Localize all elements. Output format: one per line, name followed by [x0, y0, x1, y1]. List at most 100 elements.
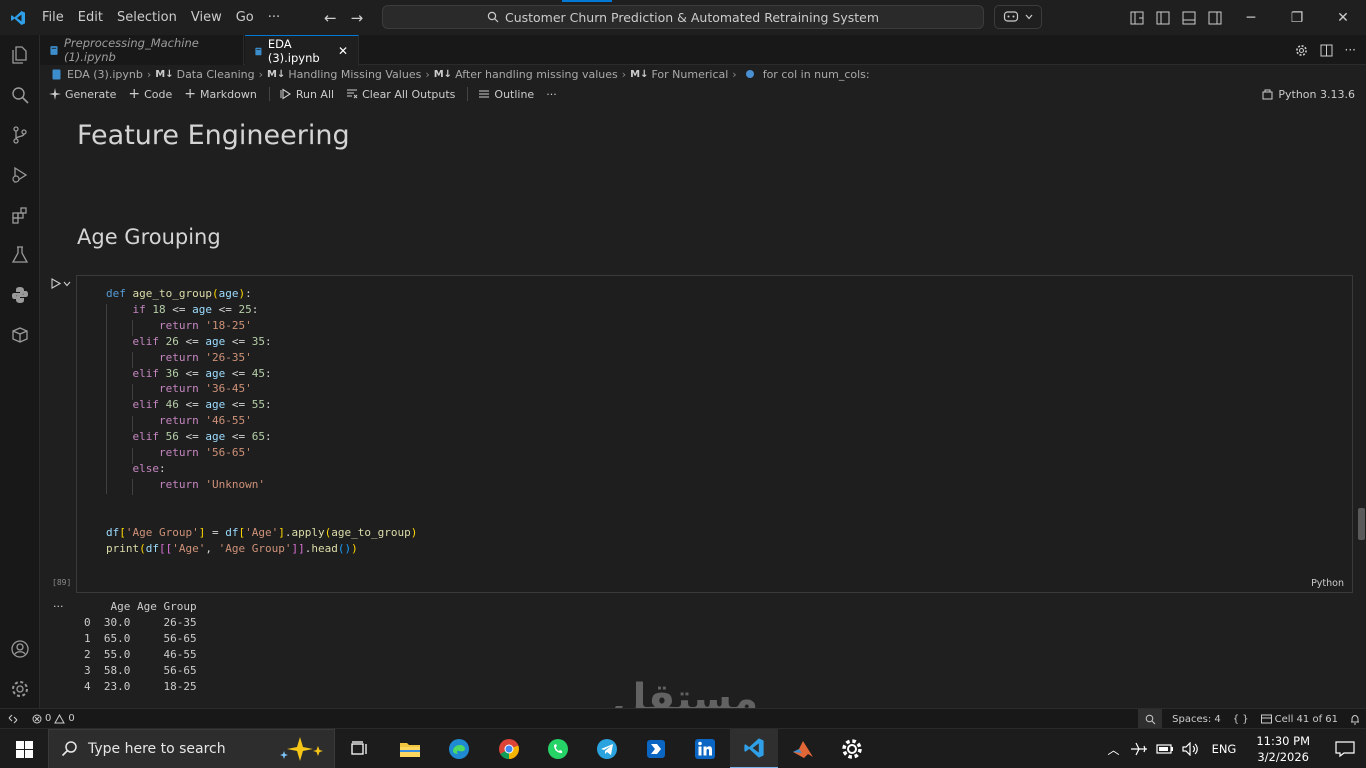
task-view-icon[interactable]	[336, 729, 384, 768]
vscode-taskbar-icon[interactable]	[730, 729, 778, 768]
copilot-icon	[1003, 11, 1019, 22]
customize-layout-icon[interactable]	[1124, 11, 1150, 25]
extensions-icon[interactable]	[0, 195, 40, 235]
breadcrumb-item[interactable]: For Numerical	[652, 68, 729, 81]
toggle-secondary-sidebar-icon[interactable]	[1202, 11, 1228, 25]
toolbar-divider	[268, 87, 270, 101]
edge-browser-icon[interactable]	[435, 729, 483, 768]
breadcrumb-item[interactable]: Handling Missing Values	[288, 68, 421, 81]
problems-status[interactable]: 0 0	[26, 713, 81, 724]
settings-gear-icon[interactable]	[828, 729, 876, 768]
vscode-logo-icon	[0, 0, 35, 35]
menu-selection[interactable]: Selection	[110, 0, 184, 35]
forward-arrow-icon[interactable]: →	[351, 9, 364, 27]
close-tab-icon[interactable]: ✕	[338, 44, 348, 58]
menu-file[interactable]: File	[35, 0, 71, 35]
toggle-primary-sidebar-icon[interactable]	[1150, 11, 1176, 25]
menu-bar: File Edit Selection View Go ···	[35, 0, 287, 35]
more-toolbar-actions[interactable]: ···	[546, 88, 557, 101]
command-center[interactable]: Customer Churn Prediction & Automated Re…	[382, 5, 984, 29]
tab-eda[interactable]: EDA (3).ipynb ✕	[245, 35, 359, 66]
notification-center-icon[interactable]	[1322, 740, 1366, 758]
language-mode-braces[interactable]: { }	[1227, 714, 1255, 725]
add-markdown-cell-button[interactable]: + Markdown	[184, 86, 257, 102]
taskbar-search-placeholder: Type here to search	[88, 741, 226, 757]
output-header: Age Age Group	[84, 600, 197, 613]
clear-all-outputs-button[interactable]: Clear All Outputs	[346, 88, 455, 101]
clock[interactable]: 11:30 PM 3/2/2026	[1244, 733, 1322, 765]
split-editor-icon[interactable]	[1320, 44, 1333, 57]
menu-more[interactable]: ···	[261, 0, 287, 35]
matlab-icon[interactable]	[779, 729, 827, 768]
more-label: ···	[546, 87, 557, 101]
code-editor[interactable]: def age_to_group(age): if 18 <= age <= 2…	[106, 286, 417, 556]
output-row: 1 65.0 56-65	[84, 632, 197, 645]
copilot-button[interactable]	[994, 5, 1042, 29]
menu-view[interactable]: View	[184, 0, 229, 35]
testing-flask-icon[interactable]	[0, 235, 40, 275]
airplane-icon[interactable]	[1130, 741, 1148, 757]
editor-tabs: Preprocessing_Machine (1).ipynb EDA (3).…	[40, 35, 1366, 66]
search-icon[interactable]	[0, 75, 40, 115]
output-actions-icon[interactable]: ···	[53, 600, 64, 613]
more-actions-icon[interactable]: ···	[1345, 43, 1356, 57]
close-icon[interactable]: ✕	[1320, 0, 1366, 35]
chevron-down-icon[interactable]	[63, 281, 71, 287]
manage-gear-icon[interactable]	[0, 669, 40, 709]
breadcrumb-item[interactable]: for col in num_cols:	[763, 68, 870, 81]
menu-go[interactable]: Go	[229, 0, 261, 35]
tab-label: Preprocessing_Machine (1).ipynb	[63, 36, 199, 64]
error-icon	[32, 714, 42, 723]
clear-outputs-icon	[347, 89, 358, 99]
python-icon[interactable]	[0, 275, 40, 315]
run-all-label: Run All	[295, 87, 335, 101]
markdown-icon: M↓	[155, 68, 174, 80]
outline-button[interactable]: Outline	[478, 88, 534, 101]
notifications-bell-icon[interactable]	[1344, 714, 1366, 725]
run-all-button[interactable]: Run All	[280, 88, 334, 101]
cell-position-label: Cell 41 of 61	[1274, 713, 1338, 725]
chevron-up-icon[interactable]: ︿	[1102, 741, 1126, 758]
whatsapp-icon[interactable]	[534, 729, 582, 768]
accounts-icon[interactable]	[0, 629, 40, 669]
source-control-icon[interactable]	[0, 115, 40, 155]
vertical-scrollbar-thumb[interactable]	[1358, 508, 1365, 540]
breadcrumb-item[interactable]: After handling missing values	[455, 68, 618, 81]
chrome-browser-icon[interactable]	[485, 729, 533, 768]
restore-icon[interactable]: ❐	[1274, 0, 1320, 35]
containers-icon[interactable]	[0, 315, 40, 355]
back-arrow-icon[interactable]: ←	[324, 9, 337, 27]
code-cell[interactable]: def age_to_group(age): if 18 <= age <= 2…	[76, 275, 1353, 593]
cell-output: Age Age Group 0 30.0 26-35 1 65.0 56-65 …	[84, 599, 197, 695]
breadcrumb-item[interactable]: EDA (3).ipynb	[67, 68, 143, 81]
title-accent-bar	[562, 0, 612, 2]
windows-start-icon[interactable]	[0, 729, 48, 768]
indentation-status[interactable]: Spaces: 4	[1162, 714, 1227, 725]
tab-preprocessing[interactable]: Preprocessing_Machine (1).ipynb	[40, 35, 244, 65]
linkedin-icon[interactable]	[681, 729, 729, 768]
plus-icon: +	[184, 86, 197, 102]
telegram-icon[interactable]	[583, 729, 631, 768]
power-automate-icon[interactable]	[632, 729, 680, 768]
menu-edit[interactable]: Edit	[71, 0, 110, 35]
zoom-icon[interactable]	[1138, 709, 1163, 729]
taskbar-search-box[interactable]: Type here to search	[48, 729, 335, 768]
notebook-settings-gear-icon[interactable]	[1295, 44, 1308, 57]
input-language[interactable]: ENG	[1204, 742, 1245, 756]
run-cell-icon[interactable]	[50, 278, 61, 289]
add-code-cell-button[interactable]: + Code	[128, 86, 172, 102]
remote-indicator-icon[interactable]	[0, 709, 26, 729]
status-bar: 0 0 Spaces: 4 { } Cell 41 of 61	[0, 708, 1366, 729]
run-debug-icon[interactable]	[0, 155, 40, 195]
breadcrumb-item[interactable]: Data Cleaning	[177, 68, 255, 81]
battery-icon[interactable]	[1155, 743, 1174, 755]
toggle-panel-icon[interactable]	[1176, 11, 1202, 25]
minimize-icon[interactable]: ─	[1228, 0, 1274, 35]
cell-language-label[interactable]: Python	[1311, 578, 1344, 589]
kernel-picker[interactable]: Python 3.13.6	[1262, 83, 1355, 105]
explorer-icon[interactable]	[0, 35, 40, 75]
cell-position-status[interactable]: Cell 41 of 61	[1255, 714, 1344, 725]
file-explorer-icon[interactable]	[386, 729, 434, 768]
volume-icon[interactable]	[1181, 742, 1200, 756]
generate-button[interactable]: Generate	[49, 88, 116, 101]
